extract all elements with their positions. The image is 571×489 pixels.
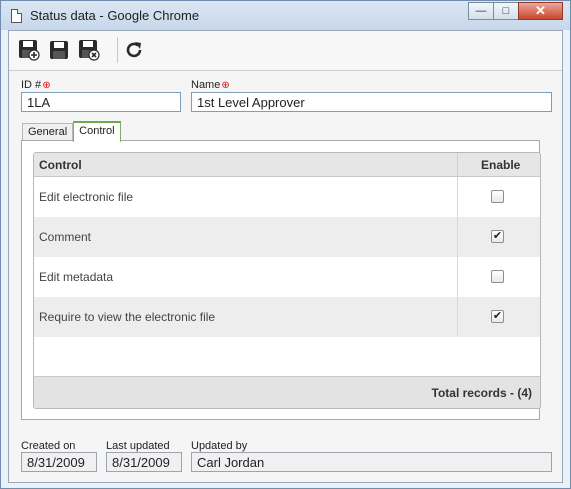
name-label-text: Name: [191, 79, 221, 91]
refresh-button[interactable]: [122, 38, 146, 62]
save-new-button[interactable]: [17, 38, 41, 62]
row-control-label: Edit electronic file: [39, 190, 134, 204]
column-divider: [457, 257, 458, 297]
table-row[interactable]: Comment ✔: [34, 217, 540, 257]
control-grid: Control Enable Edit electronic file Comm…: [33, 152, 541, 409]
tab-general[interactable]: General: [22, 123, 74, 141]
page-icon: [11, 9, 22, 23]
maximize-button[interactable]: □: [493, 2, 519, 20]
column-header-enable[interactable]: Enable: [481, 158, 520, 172]
tab-panel-control: Control Enable Edit electronic file Comm…: [21, 140, 541, 420]
total-records: Total records - (4): [431, 386, 532, 400]
toolbar: [9, 31, 562, 71]
window-title: Status data - Google Chrome: [30, 8, 200, 23]
enable-checkbox[interactable]: ✔: [491, 230, 504, 243]
name-label: Name⊕: [191, 79, 230, 91]
last-updated-label: Last updated: [106, 440, 170, 452]
save-close-icon: [79, 40, 100, 61]
last-updated-field: 8/31/2009: [106, 452, 182, 472]
tab-control[interactable]: Control: [73, 121, 121, 142]
save-icon: [50, 41, 68, 59]
browser-window: Status data - Google Chrome — □ ✕ ID #⊕ …: [0, 0, 571, 489]
id-label-text: ID #: [21, 79, 42, 91]
grid-header: Control Enable: [34, 153, 540, 177]
name-field[interactable]: 1st Level Approver: [191, 92, 552, 112]
created-on-label: Created on: [21, 440, 76, 452]
id-label: ID #⊕: [21, 79, 51, 91]
save-new-icon: [19, 40, 40, 61]
minimize-button[interactable]: —: [468, 2, 494, 20]
updated-by-label: Updated by: [191, 440, 248, 452]
column-divider: [457, 297, 458, 337]
toolbar-separator: [117, 37, 118, 63]
row-control-label: Require to view the electronic file: [39, 310, 216, 324]
column-divider: [457, 153, 458, 176]
window-controls: — □ ✕: [468, 2, 563, 20]
dialog-content: ID #⊕ 1LA Name⊕ 1st Level Approver Gener…: [8, 30, 563, 483]
enable-checkbox[interactable]: [491, 270, 504, 283]
table-row[interactable]: Edit electronic file: [34, 177, 540, 217]
row-control-label: Comment: [39, 230, 92, 244]
table-row[interactable]: Require to view the electronic file ✔: [34, 297, 540, 337]
column-divider: [457, 217, 458, 257]
title-bar[interactable]: Status data - Google Chrome — □ ✕: [1, 1, 570, 30]
row-control-label: Edit metadata: [39, 270, 114, 284]
created-on-field: 8/31/2009: [21, 452, 97, 472]
enable-checkbox[interactable]: [491, 190, 504, 203]
save-button[interactable]: [47, 38, 71, 62]
save-close-button[interactable]: [77, 38, 101, 62]
column-header-control[interactable]: Control: [39, 158, 82, 172]
table-row[interactable]: Edit metadata: [34, 257, 540, 297]
id-field[interactable]: 1LA: [21, 92, 181, 112]
required-icon: ⊕: [42, 80, 51, 91]
tab-strip: General Control: [22, 121, 121, 142]
enable-checkbox[interactable]: ✔: [491, 310, 504, 323]
updated-by-field: Carl Jordan: [191, 452, 552, 472]
column-divider: [457, 177, 458, 217]
refresh-icon: [126, 42, 142, 58]
required-icon: ⊕: [221, 80, 230, 91]
close-button[interactable]: ✕: [518, 2, 563, 20]
grid-footer: Total records - (4): [34, 376, 540, 408]
